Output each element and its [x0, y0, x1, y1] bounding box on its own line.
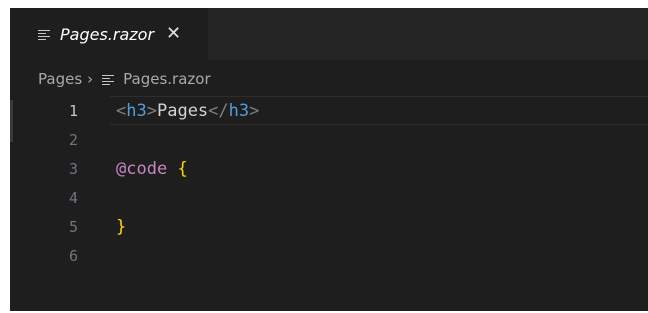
file-lines-icon — [38, 29, 50, 40]
code-text: @code { — [116, 159, 188, 179]
line-number: 4 — [68, 188, 78, 207]
tab-pages-razor[interactable]: Pages.razor ✕ — [10, 8, 208, 60]
code-line[interactable]: 5 } — [10, 212, 648, 241]
code-line[interactable]: 2 — [10, 125, 648, 154]
code-text: <h3>Pages</h3> — [116, 101, 259, 121]
tab-label: Pages.razor — [60, 24, 155, 44]
tag-name: h3 — [228, 100, 250, 121]
tag-bracket: > — [146, 100, 157, 121]
line-number: 1 — [68, 101, 78, 120]
breadcrumb: Pages › Pages.razor — [38, 68, 211, 90]
breadcrumb-file[interactable]: Pages.razor — [123, 70, 210, 88]
file-lines-icon — [102, 74, 115, 85]
breadcrumb-folder[interactable]: Pages — [38, 70, 82, 88]
tag-bracket: </ — [208, 100, 229, 121]
tab-bar: Pages.razor ✕ — [10, 8, 648, 60]
line-number: 6 — [68, 246, 78, 265]
line-number: 2 — [68, 130, 78, 149]
chevron-right-icon: › — [87, 70, 94, 88]
editor-window: Pages.razor ✕ Pages › Pages.razor 1 <h3>… — [10, 8, 648, 311]
code-line[interactable]: 6 — [10, 241, 648, 270]
code-line[interactable]: 3 @code { — [10, 154, 648, 183]
brace: { — [177, 158, 188, 179]
line-number: 3 — [68, 159, 78, 178]
tag-bracket: < — [116, 100, 127, 121]
code-line[interactable]: 1 <h3>Pages</h3> — [10, 96, 648, 125]
text-content: Pages — [156, 100, 209, 121]
code-editor[interactable]: 1 <h3>Pages</h3> 2 3 @code { 4 5 } 6 — [10, 96, 648, 311]
tag-bracket: > — [249, 100, 260, 121]
code-line[interactable]: 4 — [10, 183, 648, 212]
line-number: 5 — [68, 217, 78, 236]
tag-name: h3 — [126, 100, 147, 121]
code-text: } — [116, 217, 126, 237]
brace: } — [116, 216, 127, 237]
close-icon[interactable]: ✕ — [166, 25, 181, 43]
razor-directive: @code — [116, 158, 168, 179]
